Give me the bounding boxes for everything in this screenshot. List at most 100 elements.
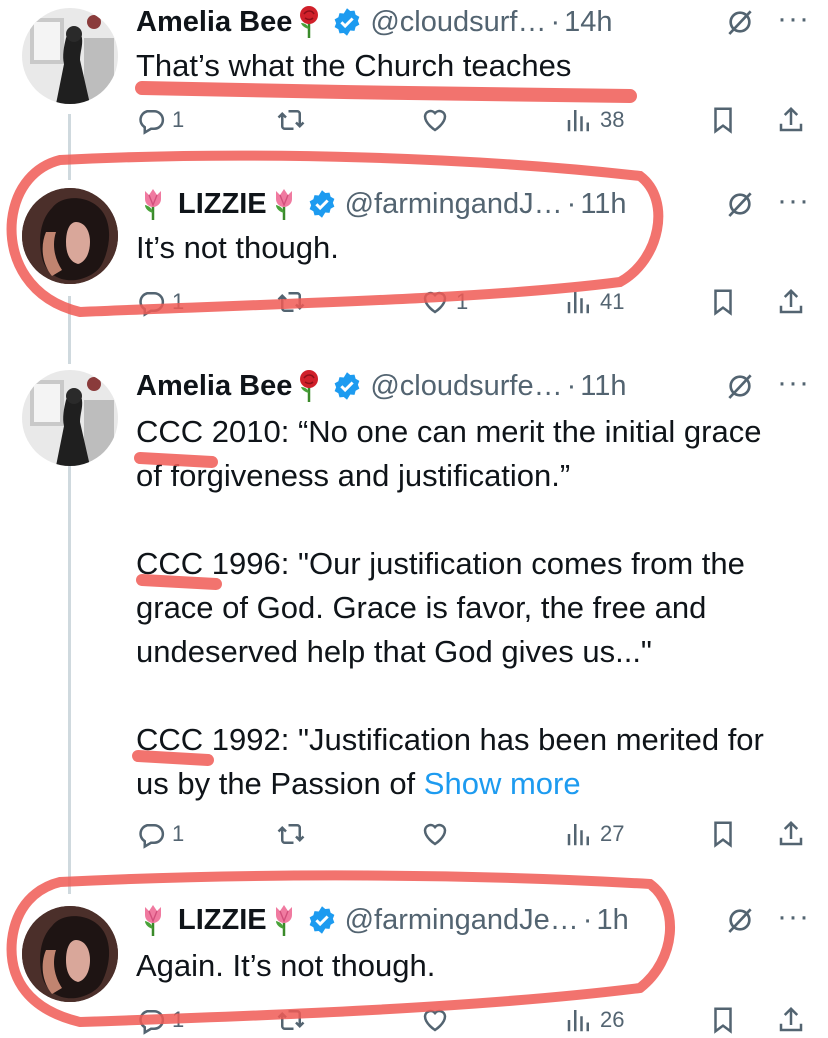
rose-emoji-icon [296,369,322,403]
like-button[interactable]: 1 [420,284,468,320]
grok-icon[interactable] [724,370,756,402]
like-count: 1 [456,289,469,314]
views-icon [564,105,594,135]
separator-dot: · [582,903,593,936]
rose-emoji-icon [296,5,322,39]
grok-icon[interactable] [724,6,756,38]
views-icon [564,819,594,849]
separator-dot: · [566,369,577,402]
retweet-button[interactable] [276,284,312,320]
views-button[interactable]: 38 [564,102,624,138]
display-name[interactable]: LIZZIE [178,188,267,221]
show-more-link[interactable]: Show more [424,766,581,801]
tweet-text: It’s not though. [136,230,339,265]
reply-icon [136,105,166,135]
tweet[interactable]: Amelia Bee @cloudsurfe… · 11h ··· CCC 20… [0,364,828,864]
views-count: 27 [600,821,625,846]
like-button[interactable] [420,102,456,138]
handle[interactable]: @farmingandJe… [345,904,579,937]
tweet[interactable]: LIZZIE @farmingandJe… · 1h ··· Again. It… [0,898,828,1030]
verified-badge-icon[interactable] [307,905,337,935]
views-button[interactable]: 26 [564,1002,624,1038]
reply-icon [136,819,166,849]
tweet-text-content: CCC 2010: “No one can merit the initial … [136,414,764,801]
tulip-emoji-icon [140,903,166,937]
views-icon [564,287,594,317]
handle[interactable]: @cloudsurf… [370,6,546,39]
more-options-icon[interactable]: ··· [777,902,810,932]
timestamp[interactable]: 11h [580,188,626,221]
views-icon [564,1005,594,1035]
reply-count: 1 [172,821,185,846]
tweet[interactable]: Amelia Bee @cloudsurf… · 14h ··· That’s … [0,0,828,150]
retweet-button[interactable] [276,1002,312,1038]
more-options-icon[interactable]: ··· [777,368,810,398]
retweet-button[interactable] [276,102,312,138]
verified-badge-icon[interactable] [307,189,337,219]
more-options-icon[interactable]: ··· [777,4,810,34]
timestamp[interactable]: 14h [564,6,612,39]
views-button[interactable]: 41 [564,284,624,320]
verified-badge-icon[interactable] [332,371,362,401]
separator-dot: · [566,187,577,220]
bookmark-icon [708,287,738,317]
tweet-text: CCC 2010: “No one can merit the initial … [136,410,786,806]
views-button[interactable]: 27 [564,816,624,852]
bookmark-button[interactable] [708,816,744,852]
more-options-icon[interactable]: ··· [777,186,810,216]
share-button[interactable] [776,1002,812,1038]
bookmark-icon [708,819,738,849]
grok-icon[interactable] [724,188,756,220]
handle[interactable]: @farmingandJ… [345,188,563,221]
display-name[interactable]: LIZZIE [178,904,267,937]
retweet-icon [276,1005,306,1035]
reply-button[interactable]: 1 [136,1002,184,1038]
reply-count: 1 [172,107,185,132]
views-count: 41 [600,289,625,314]
reply-count: 1 [172,289,185,314]
share-icon [776,287,806,317]
like-button[interactable] [420,816,456,852]
bookmark-button[interactable] [708,284,744,320]
reply-icon [136,1005,166,1035]
retweet-icon [276,105,306,135]
share-icon [776,1005,806,1035]
verified-badge-icon[interactable] [332,7,362,37]
reply-button[interactable]: 1 [136,102,184,138]
bookmark-icon [708,1005,738,1035]
bookmark-button[interactable] [708,1002,744,1038]
heart-icon [420,1005,450,1035]
retweet-icon [276,287,306,317]
tulip-emoji-icon [140,187,166,221]
reply-count: 1 [172,1007,185,1032]
like-button[interactable] [420,1002,456,1038]
heart-icon [420,819,450,849]
retweet-button[interactable] [276,816,312,852]
handle[interactable]: @cloudsurfe… [370,370,562,403]
avatar[interactable] [22,188,118,284]
bookmark-button[interactable] [708,102,744,138]
share-button[interactable] [776,816,812,852]
avatar[interactable] [22,8,118,104]
avatar[interactable] [22,370,118,466]
reply-icon [136,287,166,317]
retweet-icon [276,819,306,849]
views-count: 38 [600,107,625,132]
reply-button[interactable]: 1 [136,816,184,852]
avatar[interactable] [22,906,118,1002]
display-name[interactable]: Amelia Bee [136,6,292,39]
views-count: 26 [600,1007,625,1032]
reply-button[interactable]: 1 [136,284,184,320]
tweet[interactable]: LIZZIE @farmingandJ… · 11h ··· It’s not … [0,182,828,332]
share-icon [776,819,806,849]
tweet-text: That’s what the Church teaches [136,48,572,83]
tulip-emoji-icon [271,903,297,937]
timestamp[interactable]: 1h [596,904,628,937]
display-name[interactable]: Amelia Bee [136,370,292,403]
heart-icon [420,287,450,317]
timestamp[interactable]: 11h [580,370,626,403]
share-button[interactable] [776,284,812,320]
grok-icon[interactable] [724,904,756,936]
share-button[interactable] [776,102,812,138]
tweet-text: Again. It’s not though. [136,948,436,983]
